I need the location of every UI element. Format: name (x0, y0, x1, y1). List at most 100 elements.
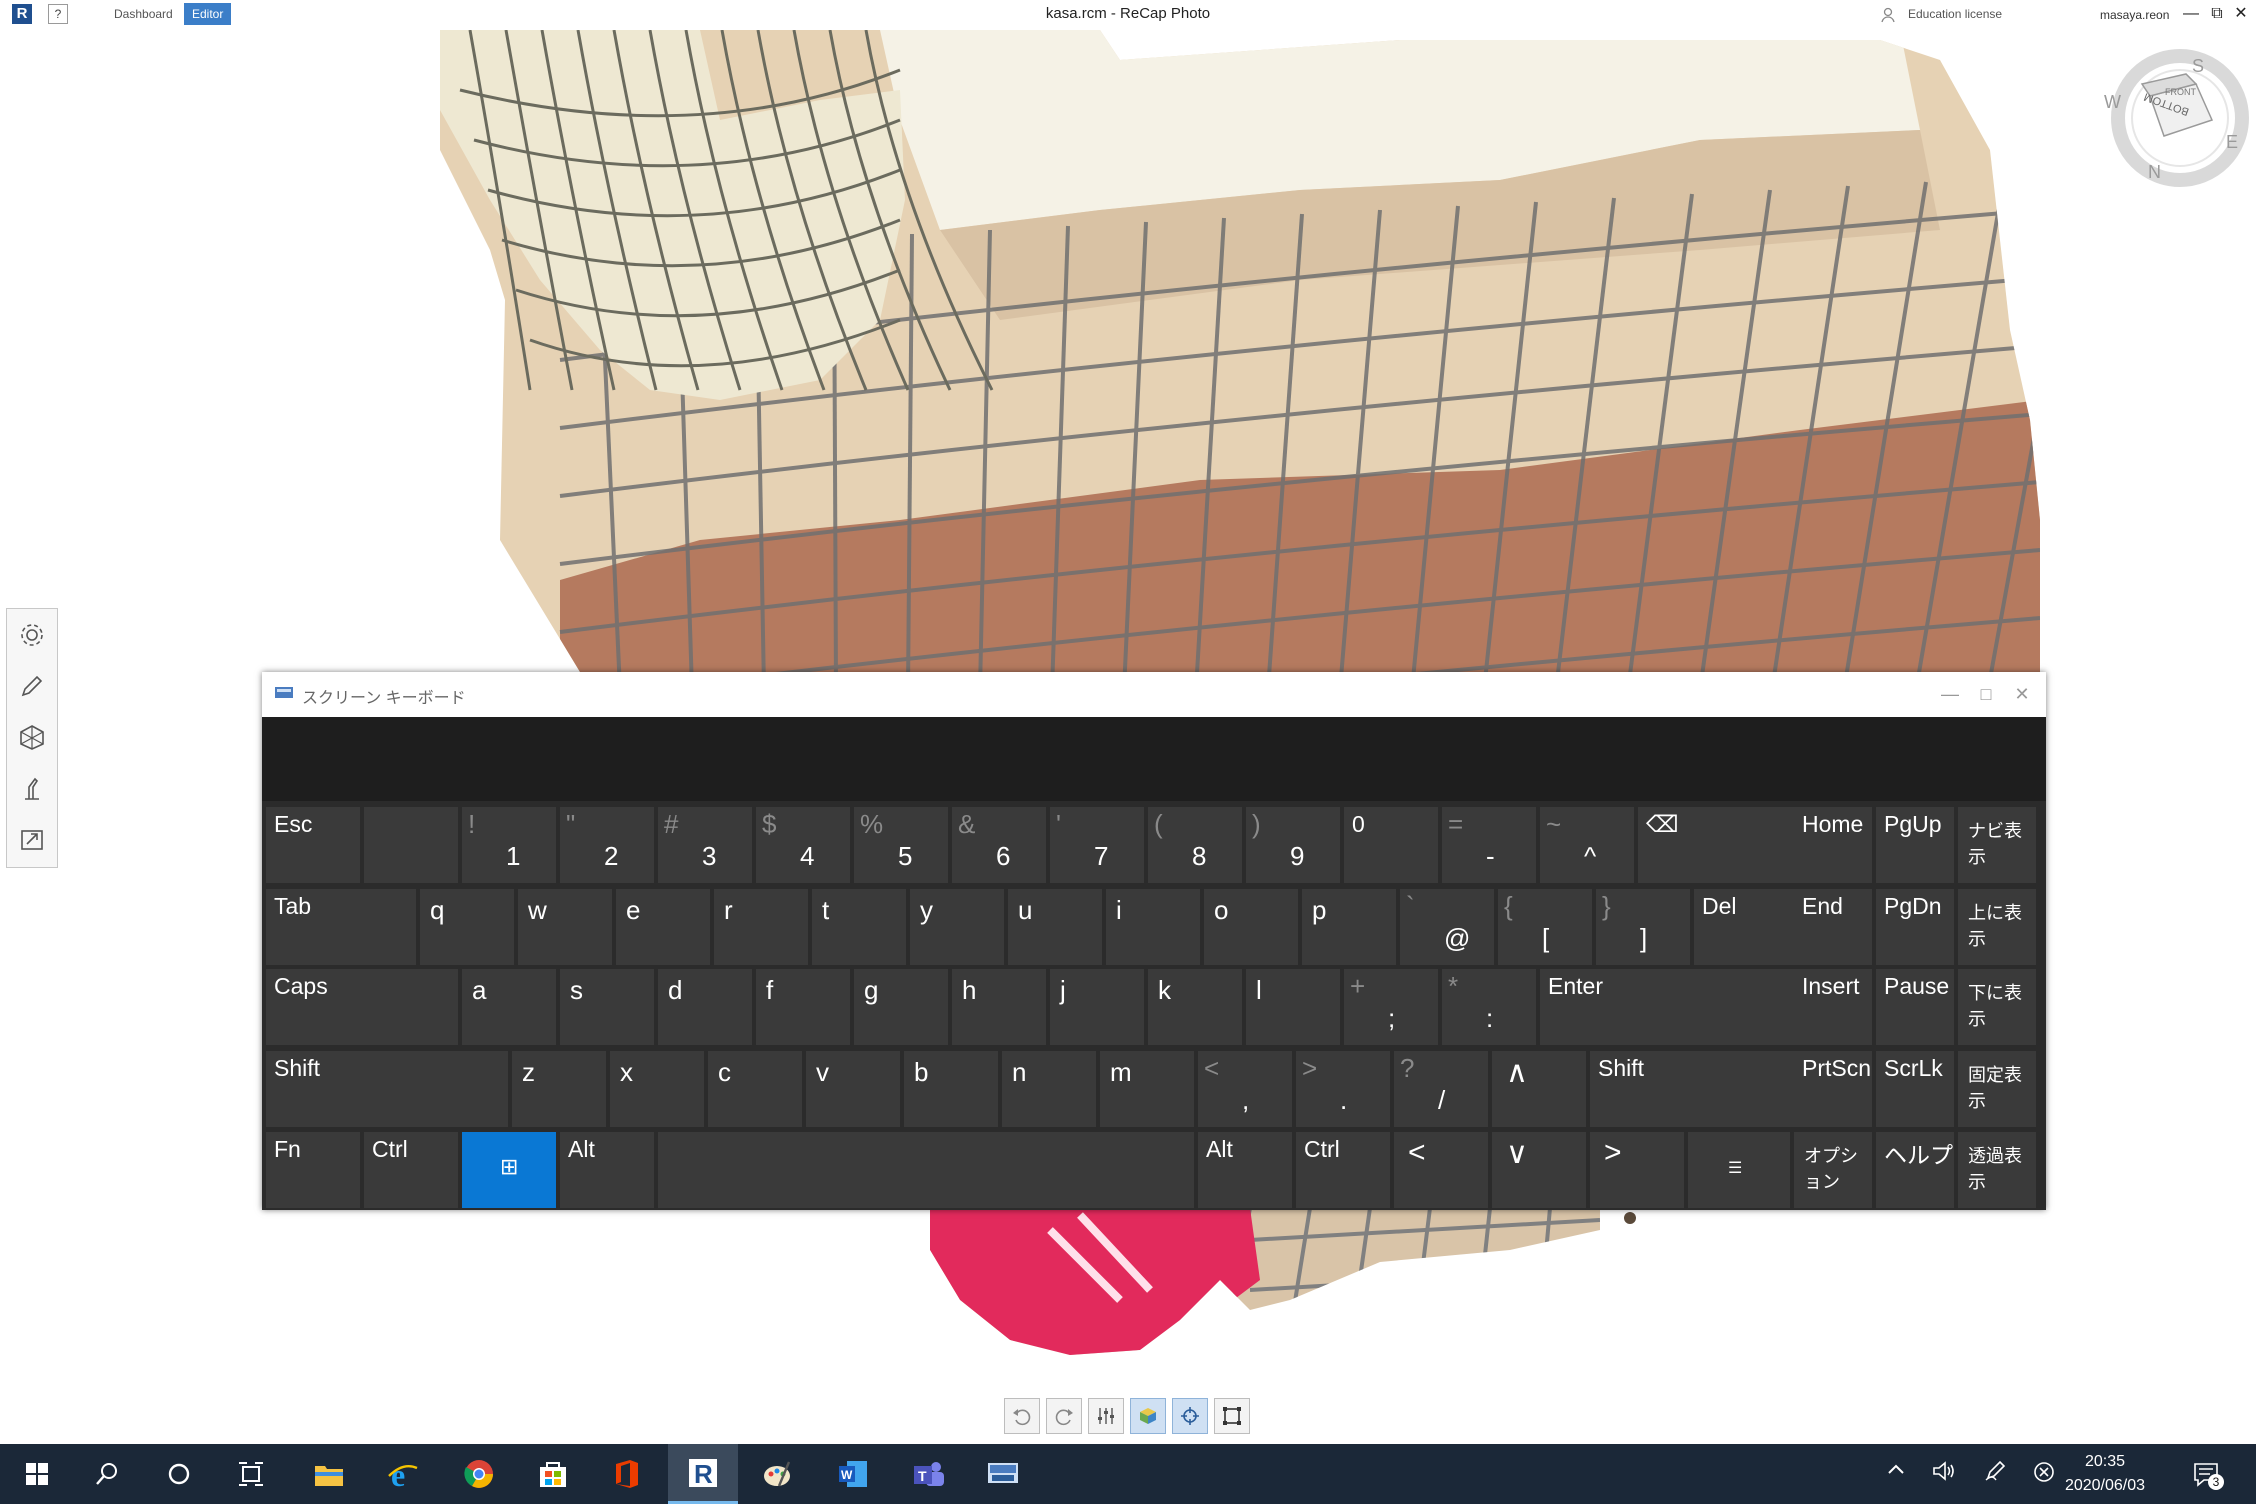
pen-workspace[interactable] (1982, 1460, 2010, 1488)
nav-key[interactable]: End (1794, 889, 1872, 965)
nav-key[interactable]: Home (1794, 807, 1872, 883)
render-mode-button[interactable] (1130, 1398, 1166, 1434)
volume-control[interactable] (1930, 1460, 1958, 1488)
cortana-button[interactable] (144, 1444, 214, 1504)
key[interactable]: u (1008, 889, 1102, 965)
start-button[interactable] (2, 1444, 72, 1504)
key[interactable]: w (518, 889, 612, 965)
key[interactable]: f (756, 969, 850, 1045)
restore-button[interactable]: ⧉ (2206, 2, 2228, 26)
key[interactable]: " 2 (560, 807, 654, 883)
key[interactable]: Tab (266, 889, 416, 965)
key[interactable]: <, (1198, 1051, 1292, 1127)
key[interactable]: t (812, 889, 906, 965)
nav-key[interactable]: オプション (1794, 1132, 1872, 1208)
nav-key[interactable]: Insert (1794, 969, 1872, 1045)
osk-maximize-button[interactable]: □ (1968, 678, 2004, 710)
key[interactable]: q (420, 889, 514, 965)
settings-tool[interactable] (7, 609, 57, 660)
key[interactable]: Ctrl (364, 1132, 458, 1208)
key[interactable]: n (1002, 1051, 1096, 1127)
nav-key[interactable]: 透過表示 (1958, 1132, 2036, 1208)
minimize-button[interactable]: — (2180, 2, 2202, 26)
key[interactable]: ' 7 (1050, 807, 1144, 883)
key[interactable]: y (910, 889, 1004, 965)
osk-app-button[interactable] (968, 1444, 1038, 1504)
key[interactable]: 0 (1344, 807, 1438, 883)
key[interactable]: ⊞ (462, 1132, 556, 1208)
key[interactable]: g (854, 969, 948, 1045)
key[interactable]: >. (1296, 1051, 1390, 1127)
teams-button[interactable]: T (894, 1444, 964, 1504)
key[interactable]: ∧ (1492, 1051, 1586, 1127)
viewcube-top-label[interactable]: FRONT (2165, 87, 2196, 97)
key[interactable]: r (714, 889, 808, 965)
undo-button[interactable] (1004, 1398, 1040, 1434)
key[interactable]: i (1106, 889, 1200, 965)
key[interactable]: ~ ^ (1540, 807, 1634, 883)
osk-title-bar[interactable]: スクリーン キーボード — □ ✕ (262, 672, 2046, 717)
key[interactable]: {[ (1498, 889, 1592, 965)
key[interactable]: Shift (266, 1051, 508, 1127)
viewcube[interactable]: BOTTOM FRONT S W E N (2104, 49, 2249, 187)
key[interactable]: Alt (560, 1132, 654, 1208)
compass-w[interactable]: W (2104, 92, 2121, 112)
key[interactable]: #3 (658, 807, 752, 883)
key[interactable]: Fn (266, 1132, 360, 1208)
key[interactable]: Shift (1590, 1051, 1794, 1127)
nav-key[interactable]: 上に表示 (1958, 889, 2036, 965)
compass-n[interactable]: N (2148, 162, 2161, 182)
key[interactable]: $4 (756, 807, 850, 883)
store-button[interactable] (518, 1444, 588, 1504)
osk-close-button[interactable]: ✕ (2004, 678, 2040, 710)
mesh-tool[interactable] (7, 711, 57, 762)
key[interactable]: ? / (1394, 1051, 1488, 1127)
key[interactable]: b (904, 1051, 998, 1127)
close-button[interactable]: ✕ (2230, 2, 2252, 26)
key[interactable]: z (512, 1051, 606, 1127)
key[interactable] (658, 1132, 1194, 1208)
key[interactable]: x (610, 1051, 704, 1127)
file-explorer-button[interactable] (294, 1444, 364, 1504)
key[interactable]: Alt (1198, 1132, 1292, 1208)
crop-button[interactable] (1214, 1398, 1250, 1434)
internet-explorer-button[interactable]: e (368, 1444, 438, 1504)
key[interactable]: Enter (1540, 969, 1794, 1045)
nav-key[interactable]: ナビ表示 (1958, 807, 2036, 883)
key[interactable]: = - (1442, 807, 1536, 883)
key[interactable]: & 6 (952, 807, 1046, 883)
key[interactable]: Del (1694, 889, 1796, 965)
export-tool[interactable] (7, 813, 57, 864)
onscreen-keyboard-window[interactable]: スクリーン キーボード — □ ✕ Esc! 1 " 2 #3 $4% 5 & 6 ' 7(8) 9 0… (262, 672, 2046, 1210)
key[interactable]: ⌫ (1638, 807, 1796, 883)
nav-key[interactable]: 下に表示 (1958, 969, 2036, 1045)
recap-photo-button[interactable]: R (668, 1444, 738, 1504)
key[interactable]: % 5 (854, 807, 948, 883)
key[interactable]: (8 (1148, 807, 1242, 883)
action-center-button[interactable]: 3 (2190, 1460, 2224, 1490)
key[interactable]: ` @ (1400, 889, 1494, 965)
key[interactable]: > (1590, 1132, 1684, 1208)
key[interactable]: < (1394, 1132, 1488, 1208)
key[interactable]: e (616, 889, 710, 965)
system-clock[interactable]: 20:35 2020/06/03 (2050, 1450, 2160, 1498)
nav-key[interactable]: Pause (1876, 969, 1954, 1045)
key[interactable]: j (1050, 969, 1144, 1045)
key[interactable]: o (1204, 889, 1298, 965)
key[interactable]: ) 9 (1246, 807, 1340, 883)
key[interactable]: }] (1596, 889, 1690, 965)
chrome-button[interactable] (444, 1444, 514, 1504)
key[interactable]: ! 1 (462, 807, 556, 883)
key[interactable]: m (1100, 1051, 1194, 1127)
show-hidden-icons[interactable] (1882, 1460, 1910, 1488)
paint-button[interactable] (742, 1444, 812, 1504)
nav-key[interactable]: PgDn (1876, 889, 1954, 965)
user-name[interactable]: masaya.reon (2100, 8, 2169, 22)
redo-button[interactable] (1046, 1398, 1082, 1434)
key[interactable] (364, 807, 458, 883)
key[interactable]: h (952, 969, 1046, 1045)
nav-key[interactable]: ヘルプ (1876, 1132, 1954, 1208)
nav-key[interactable]: ScrLk (1876, 1051, 1954, 1127)
task-view-button[interactable] (216, 1444, 286, 1504)
edit-tool[interactable] (7, 660, 57, 711)
